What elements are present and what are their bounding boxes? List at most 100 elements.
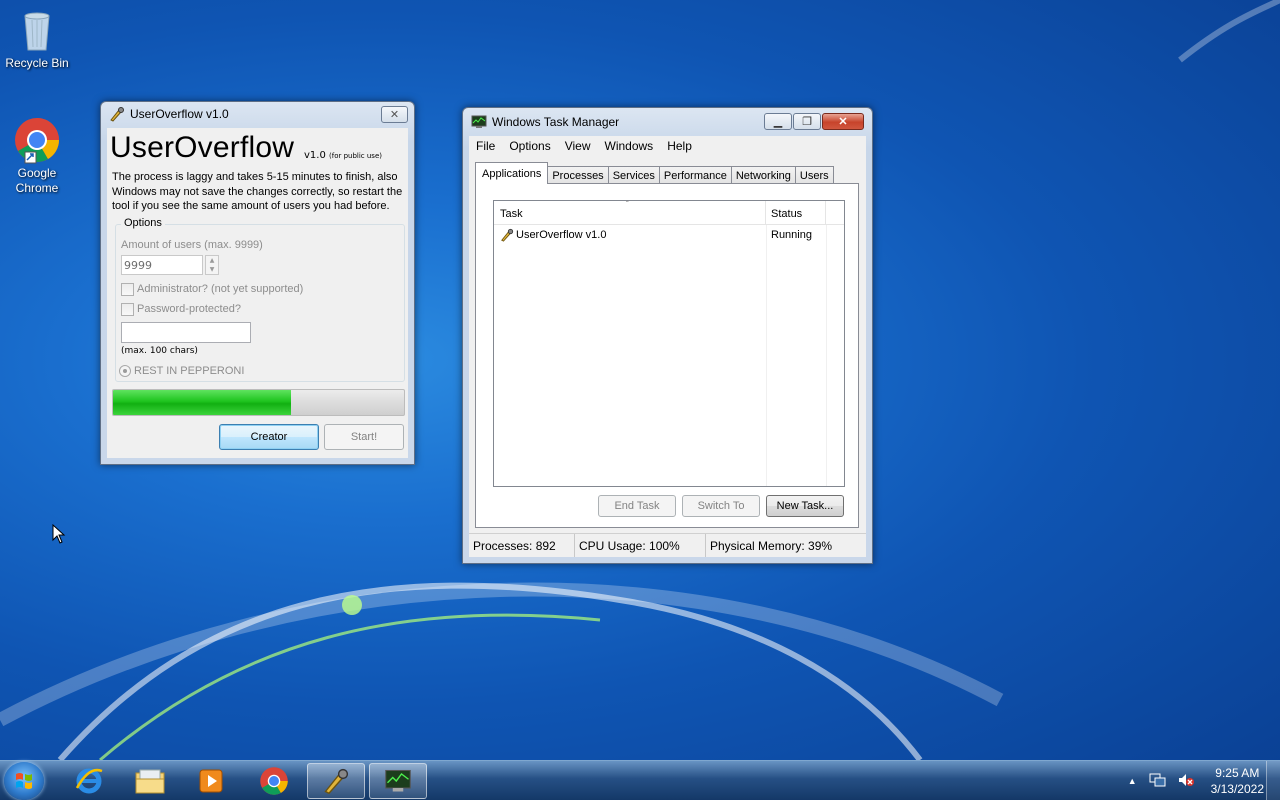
clock[interactable]: 9:25 AM 3/13/2022 <box>1211 765 1264 797</box>
minimize-icon: ▁ <box>773 116 783 128</box>
description-text: The process is laggy and takes 5-15 minu… <box>112 171 403 212</box>
end-task-button[interactable]: End Task <box>598 495 676 517</box>
creator-button[interactable]: Creator <box>219 424 319 450</box>
column-header-status[interactable]: Status <box>766 201 826 225</box>
column-header-task[interactable]: Task <box>494 201 766 225</box>
progress-bar-fill <box>113 390 291 415</box>
taskbar-useroverflow[interactable] <box>307 763 365 799</box>
taskbar-media-player[interactable] <box>182 763 240 799</box>
rest-in-pepperoni-label: REST IN PEPPERONI <box>134 365 245 377</box>
show-desktop-button[interactable] <box>1266 761 1280 800</box>
useroverflow-client: UserOverflow v1.0 (for public use) The p… <box>107 128 408 458</box>
taskbar-google-chrome[interactable] <box>245 763 303 799</box>
task-manager-titlebar[interactable]: Windows Task Manager ▁ ❐ ✕ <box>463 108 872 135</box>
row-task-status: Running <box>771 229 812 241</box>
system-tray: ▲ 9:25 AM 3/13/2022 <box>1128 761 1264 800</box>
window-title: UserOverflow v1.0 <box>130 107 229 121</box>
row-task-name: UserOverflow v1.0 <box>516 229 607 241</box>
applications-panel: Task ˆ Status UserOverflow v1.0 Running … <box>475 183 859 528</box>
password-label: Password-protected? <box>137 303 241 315</box>
minimize-button[interactable]: ▁ <box>764 113 792 130</box>
network-icon[interactable] <box>1149 772 1167 791</box>
menu-bar: File Options View Windows Help <box>469 136 866 156</box>
app-version: v1.0 <box>304 150 326 161</box>
table-row[interactable]: UserOverflow v1.0 Running <box>494 227 834 245</box>
windows-logo-icon <box>16 773 32 789</box>
menu-options[interactable]: Options <box>502 139 557 153</box>
amount-input[interactable]: 9999 <box>121 255 203 275</box>
switch-to-button[interactable]: Switch To <box>682 495 760 517</box>
task-list[interactable]: Task ˆ Status UserOverflow v1.0 Running <box>493 200 845 487</box>
tab-strip: Applications Processes Services Performa… <box>475 162 834 184</box>
restore-button[interactable]: ❐ <box>793 113 821 130</box>
administrator-checkbox[interactable] <box>121 283 134 296</box>
taskbar-internet-explorer[interactable] <box>60 763 118 799</box>
desktop-icon-label: Google Chrome <box>15 166 59 195</box>
close-button[interactable]: ✕ <box>381 105 408 123</box>
sort-arrow-icon: ˆ <box>626 200 629 209</box>
menu-help[interactable]: Help <box>660 139 699 153</box>
close-icon: ✕ <box>838 116 848 128</box>
status-processes: Processes: 892 <box>469 534 575 557</box>
useroverflow-titlebar[interactable]: UserOverflow v1.0 ✕ <box>101 102 414 126</box>
clock-time: 9:25 AM <box>1215 766 1260 780</box>
max-chars-label: (max. 100 chars) <box>121 346 198 356</box>
amount-spinner[interactable]: ▲ ▼ <box>205 255 219 275</box>
menu-windows[interactable]: Windows <box>598 139 661 153</box>
internet-explorer-icon <box>75 768 103 794</box>
task-manager-window[interactable]: Windows Task Manager ▁ ❐ ✕ File Options … <box>462 107 873 564</box>
restore-icon: ❐ <box>802 116 812 128</box>
taskbar-task-manager[interactable] <box>369 763 427 799</box>
app-title: UserOverflow <box>110 131 295 164</box>
taskbar: ▲ 9:25 AM 3/13/2022 <box>0 760 1280 800</box>
key-pen-icon <box>109 106 125 122</box>
chrome-icon <box>260 767 288 795</box>
menu-file[interactable]: File <box>469 139 502 153</box>
tab-performance[interactable]: Performance <box>658 166 732 184</box>
tab-networking[interactable]: Networking <box>730 166 796 184</box>
tab-processes[interactable]: Processes <box>547 166 609 184</box>
chrome-icon <box>13 116 61 164</box>
mouse-cursor-icon <box>52 524 66 544</box>
close-icon: ✕ <box>389 108 400 121</box>
show-hidden-icons-icon[interactable]: ▲ <box>1128 776 1137 786</box>
public-use-note: (for public use) <box>329 152 382 160</box>
desktop-icon-label: Recycle Bin <box>5 56 69 70</box>
menu-view[interactable]: View <box>558 139 598 153</box>
volume-muted-icon[interactable] <box>1177 772 1195 791</box>
task-manager-icon <box>471 114 487 130</box>
spin-up-icon[interactable]: ▲ <box>206 256 218 265</box>
status-cpu: CPU Usage: 100% <box>575 534 706 557</box>
progress-bar <box>112 389 405 416</box>
taskbar-file-explorer[interactable] <box>121 763 179 799</box>
status-bar: Processes: 892 CPU Usage: 100% Physical … <box>469 533 866 557</box>
start-button[interactable] <box>4 762 44 800</box>
new-task-button[interactable]: New Task... <box>766 495 844 517</box>
rest-in-pepperoni-radio[interactable] <box>119 365 131 377</box>
task-manager-client: File Options View Windows Help Applicati… <box>469 136 866 557</box>
useroverflow-window[interactable]: UserOverflow v1.0 ✕ UserOverflow v1.0 (f… <box>100 101 415 465</box>
app-key-icon <box>500 228 514 245</box>
administrator-label: Administrator? (not yet supported) <box>137 283 304 295</box>
spin-down-icon[interactable]: ▼ <box>206 265 218 274</box>
tab-services[interactable]: Services <box>607 166 660 184</box>
options-group-label: Options <box>121 217 165 229</box>
close-button[interactable]: ✕ <box>822 113 864 130</box>
media-player-icon <box>199 769 223 793</box>
desktop-icon-recycle-bin[interactable]: Recycle Bin <box>0 6 74 71</box>
clock-date: 3/13/2022 <box>1210 782 1264 796</box>
password-checkbox[interactable] <box>121 303 134 316</box>
key-pen-icon <box>324 768 349 795</box>
amount-label: Amount of users (max. 9999) <box>121 239 263 251</box>
amount-value: 9999 <box>124 259 152 272</box>
start-button[interactable]: Start! <box>324 424 404 450</box>
desktop-icon-google-chrome[interactable]: Google Chrome <box>0 116 74 196</box>
tab-users[interactable]: Users <box>794 166 834 184</box>
password-input[interactable] <box>121 322 251 343</box>
task-list-header: Task ˆ Status <box>494 200 844 225</box>
column-divider <box>766 225 767 486</box>
task-manager-icon <box>385 769 411 792</box>
tab-applications[interactable]: Applications <box>475 162 549 184</box>
recycle-bin-icon <box>13 6 61 54</box>
column-divider <box>826 225 827 486</box>
